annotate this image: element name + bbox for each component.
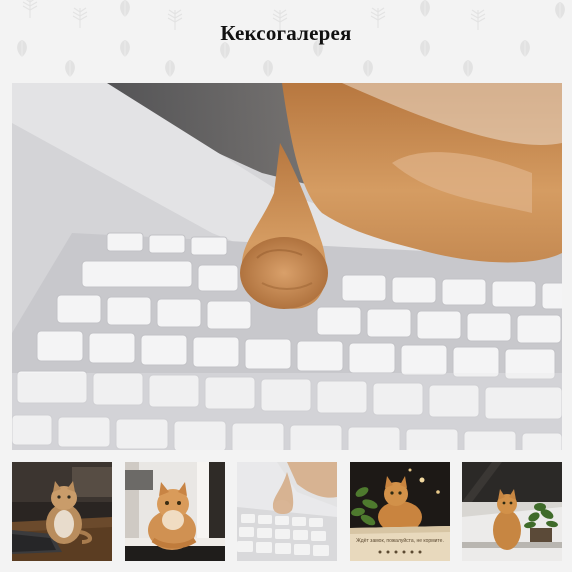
thumbnail-strip: Ждёт замок, пожалуйста, не кормите. bbox=[12, 462, 562, 561]
main-photo-image bbox=[12, 83, 562, 450]
page-title: Кексогалерея bbox=[220, 21, 352, 45]
thumbnail-5-image bbox=[462, 462, 562, 561]
thumbnail-2[interactable] bbox=[125, 462, 225, 561]
thumbnail-4[interactable]: Ждёт замок, пожалуйста, не кормите. bbox=[350, 462, 450, 561]
main-photo bbox=[12, 83, 562, 450]
thumbnail-3-image bbox=[237, 462, 337, 561]
box-caption: Ждёт замок, пожалуйста, не кормите. bbox=[356, 537, 444, 544]
thumbnail-3[interactable] bbox=[237, 462, 337, 561]
thumbnail-5[interactable] bbox=[462, 462, 562, 561]
thumbnail-2-image bbox=[125, 462, 225, 561]
thumbnail-1-image bbox=[12, 462, 112, 561]
thumbnail-1[interactable] bbox=[12, 462, 112, 561]
thumbnail-4-image: Ждёт замок, пожалуйста, не кормите. bbox=[350, 462, 450, 561]
